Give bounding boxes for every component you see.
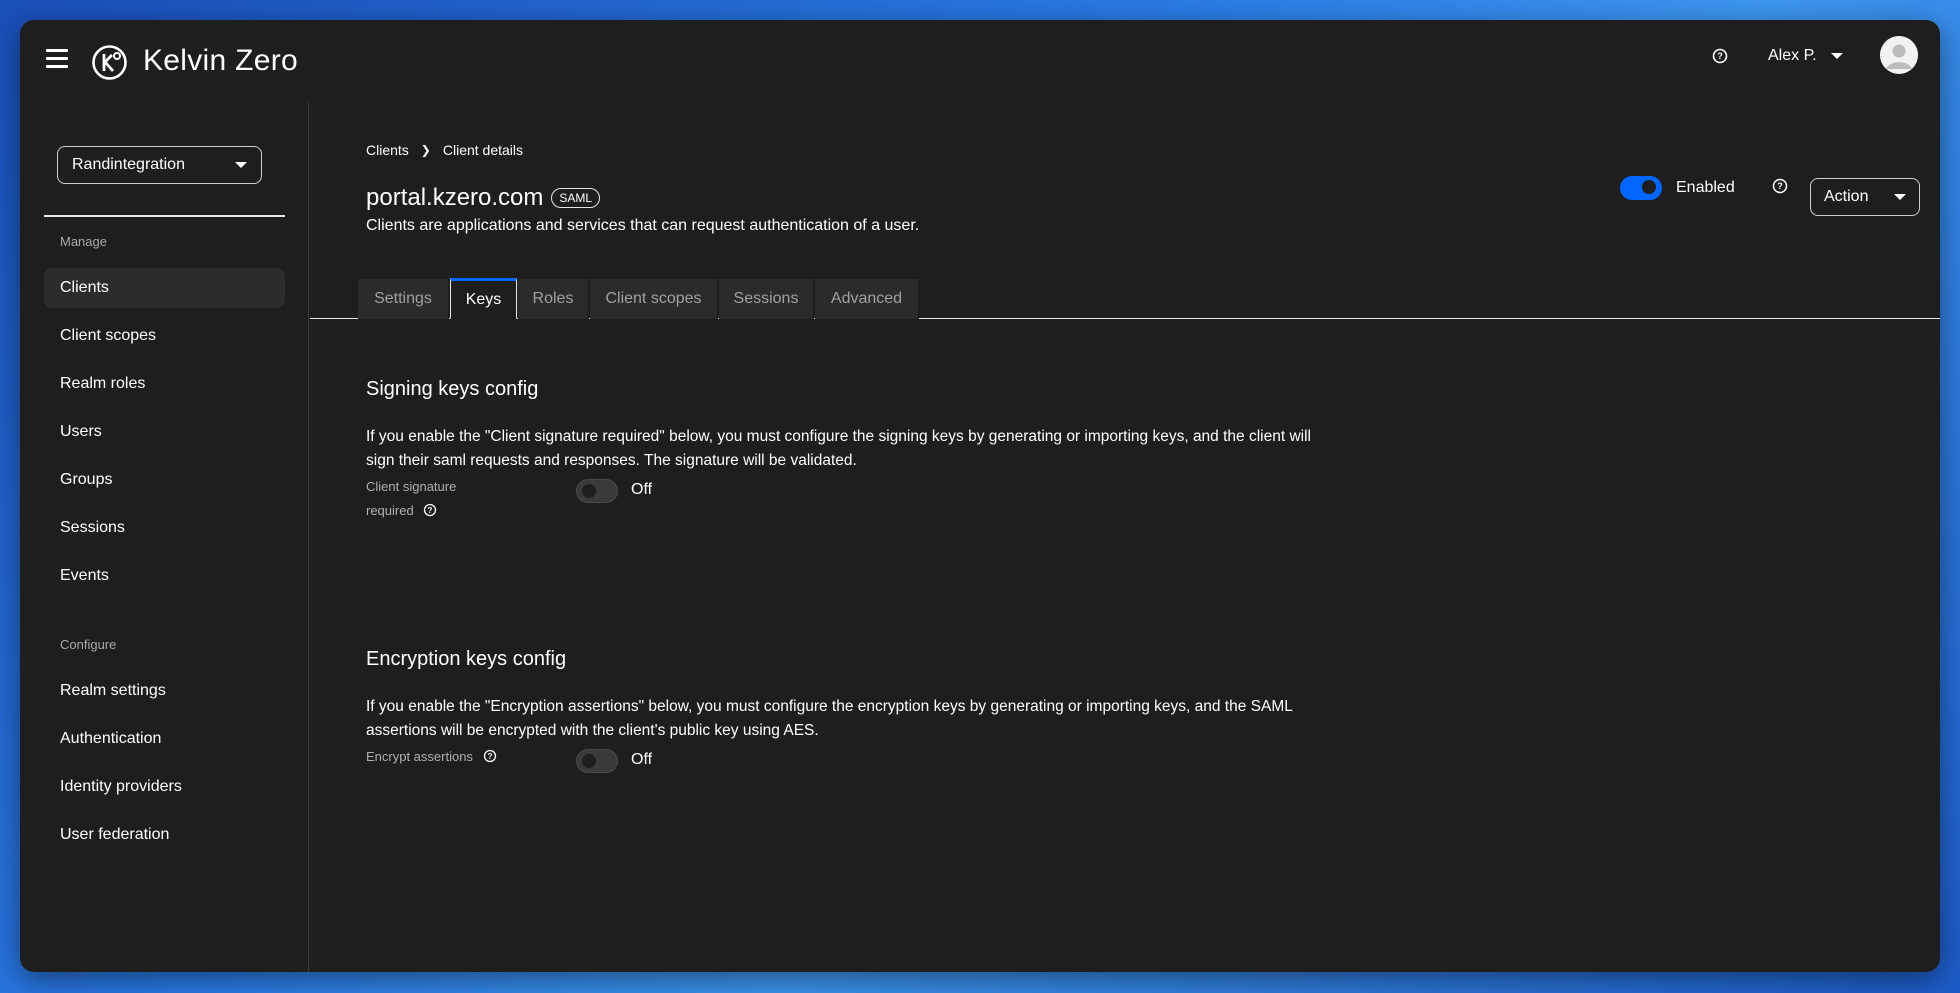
chevron-down-icon [1830, 53, 1843, 59]
encryption-keys-description: If you enable the "Encryption assertions… [366, 698, 1293, 739]
sidebar-item-clients[interactable]: Clients [44, 268, 285, 308]
breadcrumb-current: Client details [442, 142, 524, 158]
avatar[interactable] [1880, 36, 1918, 74]
tab-sessions[interactable]: Sessions [719, 279, 814, 319]
user-name: Alex P. [1768, 47, 1817, 64]
chevron-down-icon [235, 162, 247, 168]
tab-advanced[interactable]: Advanced [815, 279, 919, 319]
realm-selector[interactable]: Randintegration [57, 146, 262, 184]
sidebar-item-authentication[interactable]: Authentication [44, 719, 285, 759]
encryption-keys-heading: Encryption keys config [366, 648, 567, 670]
action-dropdown-button[interactable]: Action [1810, 178, 1920, 216]
top-header: Kelvin Zero ? Alex P. [20, 20, 1940, 102]
svg-text:?: ? [487, 752, 492, 761]
help-icon[interactable]: ? [483, 749, 497, 763]
kelvin-zero-logo-icon [92, 45, 127, 80]
signing-keys-heading: Signing keys config [366, 378, 539, 400]
help-icon[interactable]: ? [423, 503, 437, 517]
hamburger-menu-icon[interactable] [46, 49, 68, 69]
help-icon[interactable]: ? [1708, 44, 1732, 68]
tab-roles[interactable]: Roles [518, 279, 589, 319]
sidebar-divider [44, 215, 285, 217]
sidebar-item-realm-settings[interactable]: Realm settings [44, 671, 285, 711]
enabled-control: Enabled [1620, 176, 1735, 200]
tab-keys[interactable]: Keys [450, 278, 517, 319]
enabled-toggle[interactable] [1620, 176, 1662, 200]
chevron-down-icon [1894, 194, 1906, 200]
sidebar-item-realm-roles[interactable]: Realm roles [44, 364, 285, 404]
enabled-label: Enabled [1676, 179, 1735, 196]
brand-name: Kelvin Zero [143, 44, 299, 77]
encrypt-assertions-toggle[interactable] [576, 749, 618, 773]
sidebar-item-user-federation[interactable]: User federation [44, 815, 285, 855]
action-label: Action [1824, 188, 1869, 205]
chevron-right-icon: ❯ [420, 143, 431, 157]
section-title-manage: Manage [60, 234, 107, 249]
breadcrumb: Clients ❯ Client details [366, 142, 523, 158]
realm-name: Randintegration [72, 156, 185, 173]
encrypt-assertions-label: Encrypt assertions ? [366, 745, 497, 769]
user-avatar-icon [1880, 36, 1918, 74]
client-signature-label: Client signature required ? [366, 475, 456, 523]
title-row: portal.kzero.com SAML [366, 184, 601, 212]
protocol-badge: SAML [551, 188, 601, 208]
svg-text:?: ? [1717, 51, 1723, 61]
sidebar-item-identity-providers[interactable]: Identity providers [44, 767, 285, 807]
sidebar-item-groups[interactable]: Groups [44, 460, 285, 500]
help-icon[interactable]: ? [1771, 177, 1789, 195]
client-signature-label-line2: required [366, 503, 414, 518]
svg-text:?: ? [1777, 181, 1783, 191]
sidebar-item-events[interactable]: Events [44, 556, 285, 596]
svg-text:?: ? [428, 506, 433, 515]
sidebar-item-users[interactable]: Users [44, 412, 285, 452]
sidebar: Randintegration Manage Clients Client sc… [20, 102, 309, 972]
page-title: portal.kzero.com [366, 184, 544, 211]
encrypt-assertions-state: Off [631, 751, 653, 768]
client-signature-label-line1: Client signature [366, 479, 457, 494]
sidebar-item-client-scopes[interactable]: Client scopes [44, 316, 285, 356]
tab-client-scopes[interactable]: Client scopes [590, 279, 718, 319]
app-window: Kelvin Zero ? Alex P. Randintegration Ma… [20, 20, 1940, 972]
tab-settings[interactable]: Settings [358, 279, 449, 319]
user-menu[interactable]: Alex P. [1768, 43, 1843, 69]
breadcrumb-clients-link[interactable]: Clients [366, 142, 409, 158]
sidebar-item-sessions[interactable]: Sessions [44, 508, 285, 548]
tab-bar: Settings Keys Roles Client scopes Sessio… [310, 278, 1940, 319]
encrypt-assertions-label-text: Encrypt assertions [366, 749, 473, 764]
page-description: Clients are applications and services th… [366, 217, 920, 234]
client-signature-toggle[interactable] [576, 479, 618, 503]
signing-keys-description: If you enable the "Client signature requ… [366, 428, 1311, 469]
client-signature-state: Off [631, 481, 653, 498]
section-title-configure: Configure [60, 637, 117, 652]
main-content: Clients ❯ Client details portal.kzero.co… [310, 102, 1940, 972]
